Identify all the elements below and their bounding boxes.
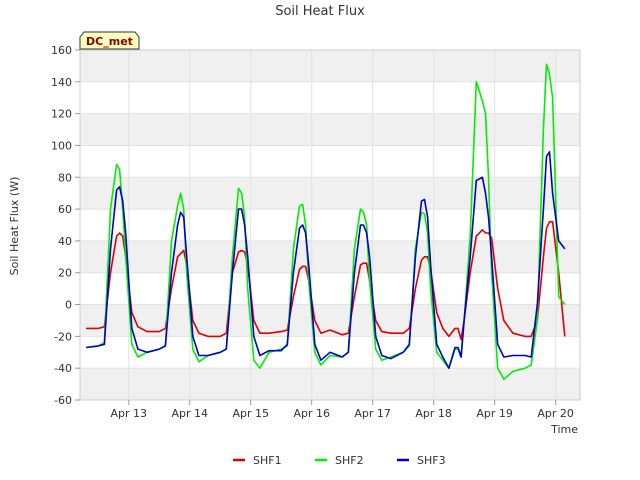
y-tick-label: 40: [58, 235, 72, 248]
station-badge: DC_met: [79, 31, 140, 50]
y-tick-label: 100: [51, 139, 72, 152]
y-tick-label: 120: [51, 108, 72, 121]
x-tick-label: Apr 19: [476, 407, 513, 420]
x-tick-label: Apr 13: [111, 407, 148, 420]
x-axis-title: Time: [550, 423, 578, 436]
plot-band: [80, 368, 580, 400]
plot-band: [80, 240, 580, 273]
legend-label-shf2: SHF2: [335, 454, 364, 467]
x-tick-label: Apr 17: [354, 407, 391, 420]
plot-band: [80, 113, 580, 146]
x-tick-label: Apr 16: [293, 407, 330, 420]
plot-band: [80, 50, 580, 82]
y-tick-label: 80: [58, 171, 72, 184]
y-tick-label: -60: [54, 394, 72, 407]
x-tick-label: Apr 18: [415, 407, 452, 420]
soil-heat-flux-chart: Apr 13 Apr 14 Apr 15 Apr 16 Apr 17 Apr 18 Apr …: [0, 0, 640, 480]
y-tick-label: 0: [65, 299, 72, 312]
legend-label-shf3: SHF3: [417, 454, 446, 467]
y-tick-label: 140: [51, 76, 72, 89]
x-tick-label: Apr 20: [537, 407, 574, 420]
y-tick-label: -40: [54, 362, 72, 375]
chart-title: Soil Heat Flux: [275, 4, 365, 19]
y-tick-label: 20: [58, 267, 72, 280]
plot-band: [80, 177, 580, 210]
y-axis-title: Soil Heat Flux (W): [8, 177, 21, 276]
x-tick-label: Apr 14: [171, 407, 208, 420]
y-tick-label: 60: [58, 203, 72, 216]
y-tick-label: -20: [54, 330, 72, 343]
x-tick-label: Apr 15: [232, 407, 269, 420]
legend-label-shf1: SHF1: [253, 454, 282, 467]
badge-label: DC_met: [86, 35, 133, 48]
y-tick-label: 160: [51, 44, 72, 57]
